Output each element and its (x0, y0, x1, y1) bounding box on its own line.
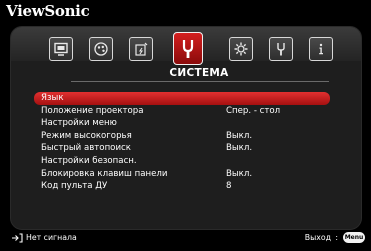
menu-item-projector-position[interactable]: Положение проектора Спер. - стол (34, 105, 330, 118)
tab-information[interactable] (309, 37, 333, 61)
input-source-icon (12, 233, 23, 243)
power-icon (135, 42, 148, 56)
brand-logo: ViewSonic (6, 2, 90, 20)
tab-system[interactable] (173, 32, 203, 65)
system-menu-list: Язык Положение проектора Спер. - стол На… (34, 92, 330, 193)
color-icon (94, 42, 108, 56)
exit-separator: : (335, 233, 338, 242)
system-icon (182, 39, 194, 58)
active-tab-title: СИСТЕМА (169, 67, 229, 79)
menu-item-label: Язык (41, 93, 64, 103)
settings-icon (277, 43, 285, 56)
picture-icon (54, 42, 68, 56)
menu-item-menu-settings[interactable]: Настройки меню (34, 117, 330, 130)
menu-item-label: Быстрый автопоиск (41, 143, 131, 154)
menu-item-value: Выкл. (226, 130, 253, 141)
tab-power[interactable] (129, 37, 153, 61)
menu-item-value: 8 (226, 181, 232, 192)
menu-item-language[interactable]: Язык (34, 92, 330, 105)
menu-item-panel-key-lock[interactable]: Блокировка клавиш панели Выкл. (34, 168, 330, 181)
menu-item-label: Режим высокогорья (41, 130, 132, 141)
tab-color[interactable] (89, 37, 113, 61)
menu-item-high-altitude-mode[interactable]: Режим высокогорья Выкл. (34, 130, 330, 143)
exit-label: Выход (304, 233, 331, 242)
menu-item-value: Выкл. (226, 168, 253, 179)
menu-item-value: Спер. - стол (226, 105, 281, 116)
information-icon (319, 43, 323, 55)
advanced-icon (234, 42, 248, 56)
signal-status: Нет сигнала (26, 233, 77, 242)
menu-item-value: Выкл. (226, 143, 253, 154)
menu-button[interactable]: Menu (343, 232, 365, 243)
menu-item-quick-auto-search[interactable]: Быстрый автопоиск Выкл. (34, 142, 330, 155)
menu-tabs: СИСТЕМА (11, 27, 361, 87)
menu-item-security-settings[interactable]: Настройки безопасн. (34, 155, 330, 168)
tab-picture[interactable] (49, 37, 73, 61)
menu-item-remote-code[interactable]: Код пульта ДУ 8 (34, 180, 330, 193)
status-footer: Нет сигнала Выход : Menu (0, 228, 371, 248)
menu-item-label: Настройки безопасн. (41, 155, 137, 166)
menu-item-label: Код пульта ДУ (41, 181, 108, 192)
menu-item-label: Настройки меню (41, 118, 117, 129)
menu-item-label: Блокировка клавиш панели (41, 168, 168, 179)
tab-settings[interactable] (269, 37, 293, 61)
tab-advanced[interactable] (229, 37, 253, 61)
title-divider (71, 81, 329, 82)
menu-item-label: Положение проектора (41, 105, 144, 116)
